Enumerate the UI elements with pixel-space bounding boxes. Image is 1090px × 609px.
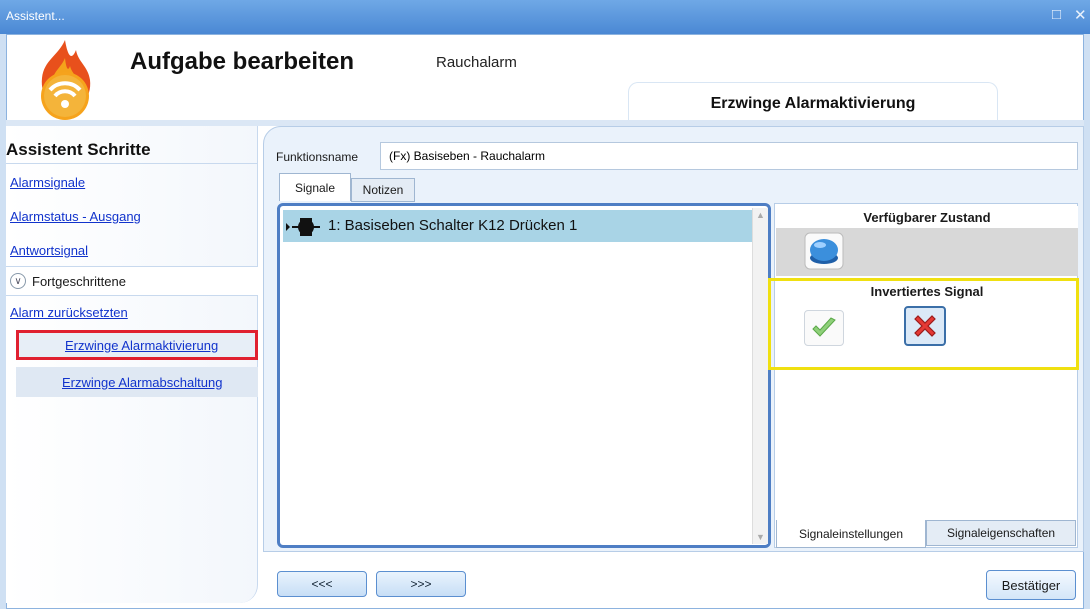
invert-no-button[interactable] xyxy=(904,306,946,346)
title-bar: Assistent... □ ✕ xyxy=(0,0,1090,34)
function-name-input[interactable] xyxy=(380,142,1078,170)
scroll-down-icon[interactable]: ▼ xyxy=(756,532,765,542)
sidebar-item-force-activation-label[interactable]: Erzwinge Alarmaktivierung xyxy=(65,338,218,353)
tab-signaleigenschaften-label: Signaleigenschaften xyxy=(946,526,1056,540)
chevron-down-icon: ∨ xyxy=(10,273,26,289)
blue-state-icon[interactable] xyxy=(804,232,844,270)
tab-signaleinstellungen-label: Signaleinstellungen xyxy=(798,526,904,541)
checkmark-icon xyxy=(812,317,836,337)
scroll-up-icon[interactable]: ▲ xyxy=(756,210,765,220)
next-button-label: >>> xyxy=(410,577,432,591)
step-title-label: Erzwinge Alarmaktivierung xyxy=(710,94,916,112)
sidebar-item-force-deactivation[interactable]: Erzwinge Alarmabschaltung xyxy=(16,367,258,397)
back-button-label: <<< xyxy=(311,577,333,591)
inverted-signal-title: Invertiertes Signal xyxy=(870,284,984,299)
sidebar-item-alarmsignale[interactable]: Alarmsignale xyxy=(10,175,85,190)
tab-signaleigenschaften[interactable]: Signaleigenschaften xyxy=(926,520,1076,546)
tab-signale[interactable]: Signale xyxy=(279,173,351,201)
confirm-button[interactable]: Bestätiger xyxy=(986,570,1076,600)
fire-wifi-logo xyxy=(41,40,91,120)
available-state-heading: Verfügbarer Zustand xyxy=(776,206,1078,228)
sidebar-heading: Assistent Schritte xyxy=(6,140,151,159)
sidebar-item-force-activation[interactable]: Erzwinge Alarmaktivierung xyxy=(16,330,258,360)
signal-list-scrollbar[interactable]: ▲ ▼ xyxy=(752,208,768,544)
tab-signaleinstellungen[interactable]: Signaleinstellungen xyxy=(776,520,926,548)
sidebar-item-alarm-reset[interactable]: Alarm zurücksetzten xyxy=(10,305,128,320)
function-name-label: Funktionsname xyxy=(276,150,359,164)
signal-row-label: 1: Basiseben Schalter K12 Drücken 1 xyxy=(328,217,578,234)
page-subtitle: Rauchalarm xyxy=(436,54,517,71)
next-button[interactable]: >>> xyxy=(376,571,466,597)
tab-signale-label: Signale xyxy=(294,180,336,195)
maximize-icon[interactable]: □ xyxy=(1052,6,1061,23)
advanced-label: Fortgeschrittene xyxy=(32,273,126,289)
switch-signal-icon xyxy=(286,218,320,236)
window-title: Assistent... xyxy=(6,9,65,23)
confirm-button-label: Bestätiger xyxy=(1001,577,1061,593)
invert-yes-button[interactable] xyxy=(804,310,844,346)
step-title: Erzwinge Alarmaktivierung xyxy=(628,82,998,124)
tab-notizen[interactable]: Notizen xyxy=(351,178,415,202)
wizard-steps-sidebar: Assistent Schritte xyxy=(6,126,258,603)
sidebar-divider xyxy=(6,163,258,164)
x-icon xyxy=(914,315,936,337)
page-title: Aufgabe bearbeiten xyxy=(130,48,355,75)
sidebar-item-alarmstatus[interactable]: Alarmstatus - Ausgang xyxy=(10,209,141,224)
back-button[interactable]: <<< xyxy=(277,571,367,597)
advanced-section-toggle[interactable]: ∨ Fortgeschrittene xyxy=(6,266,258,296)
tab-notizen-label: Notizen xyxy=(362,183,404,197)
sidebar-item-antwortsignal[interactable]: Antwortsignal xyxy=(10,243,88,258)
signal-list[interactable] xyxy=(277,203,771,548)
sidebar-item-force-deactivation-label[interactable]: Erzwinge Alarmabschaltung xyxy=(62,375,222,390)
close-icon[interactable]: ✕ xyxy=(1074,6,1087,24)
available-state-title: Verfügbarer Zustand xyxy=(863,209,991,225)
